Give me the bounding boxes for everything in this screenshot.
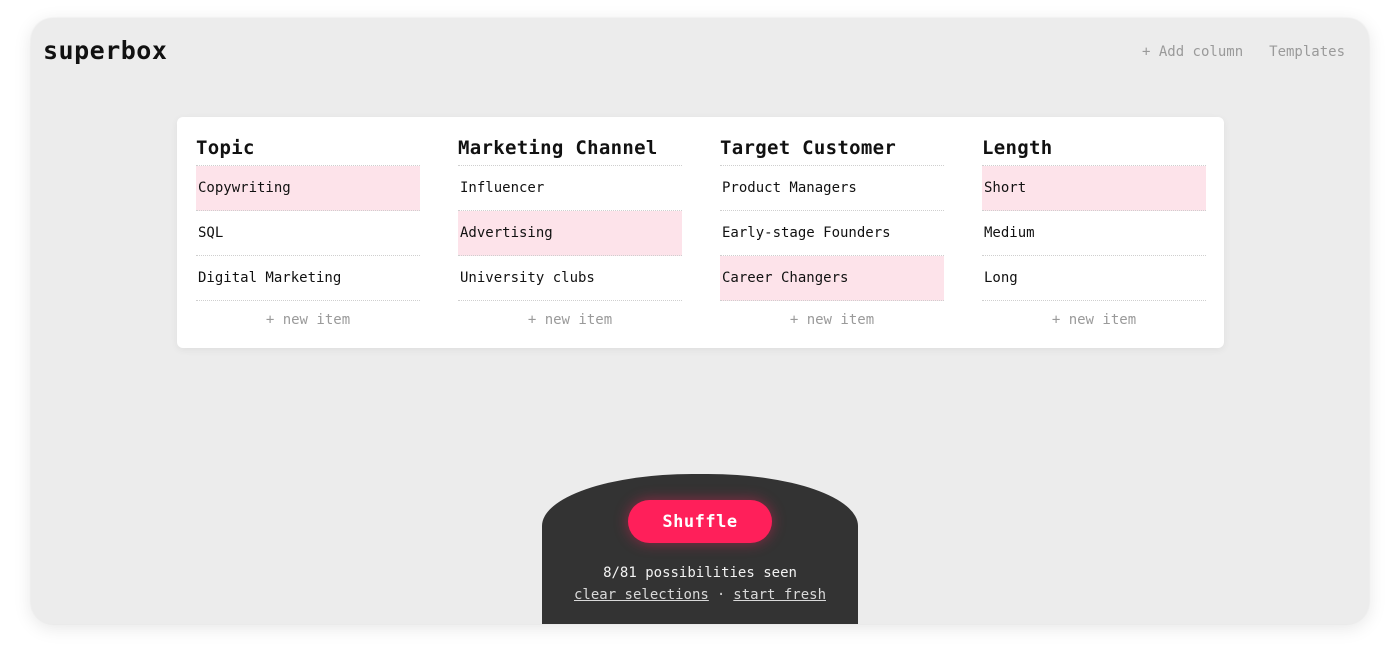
column-topic: Topic Copywriting SQL Digital Marketing …	[196, 135, 420, 337]
shuffle-button[interactable]: Shuffle	[628, 500, 772, 543]
new-item-button[interactable]: + new item	[458, 301, 682, 337]
top-nav: + Add column Templates	[1142, 44, 1345, 60]
list-item[interactable]: Career Changers	[720, 256, 944, 301]
list-item[interactable]: SQL	[196, 211, 420, 256]
column-title[interactable]: Marketing Channel	[458, 135, 682, 166]
column-title[interactable]: Topic	[196, 135, 420, 166]
app-logo: superbox	[43, 36, 168, 65]
add-column-button[interactable]: + Add column	[1142, 44, 1243, 60]
list-item[interactable]: Advertising	[458, 211, 682, 256]
new-item-button[interactable]: + new item	[196, 301, 420, 337]
link-separator: ·	[716, 587, 726, 603]
column-marketing-channel: Marketing Channel Influencer Advertising…	[458, 135, 682, 337]
shuffle-dock: Shuffle 8/81 possibilities seen clear se…	[542, 474, 858, 624]
list-item[interactable]: Product Managers	[720, 166, 944, 211]
list-item[interactable]: Digital Marketing	[196, 256, 420, 301]
new-item-button[interactable]: + new item	[720, 301, 944, 337]
list-item[interactable]: Early-stage Founders	[720, 211, 944, 256]
columns-board: Topic Copywriting SQL Digital Marketing …	[177, 117, 1224, 348]
new-item-button[interactable]: + new item	[982, 301, 1206, 337]
templates-link[interactable]: Templates	[1269, 44, 1345, 60]
column-title[interactable]: Target Customer	[720, 135, 944, 166]
list-item[interactable]: Copywriting	[196, 166, 420, 211]
possibilities-counter: 8/81 possibilities seen	[603, 565, 797, 581]
column-length: Length Short Medium Long + new item	[982, 135, 1206, 337]
column-target-customer: Target Customer Product Managers Early-s…	[720, 135, 944, 337]
start-fresh-link[interactable]: start fresh	[733, 587, 826, 603]
app-window: superbox + Add column Templates Topic Co…	[31, 18, 1369, 624]
clear-selections-link[interactable]: clear selections	[574, 587, 709, 603]
column-title[interactable]: Length	[982, 135, 1206, 166]
list-item[interactable]: Long	[982, 256, 1206, 301]
list-item[interactable]: Medium	[982, 211, 1206, 256]
list-item[interactable]: University clubs	[458, 256, 682, 301]
list-item[interactable]: Short	[982, 166, 1206, 211]
dock-links: clear selections · start fresh	[542, 587, 858, 603]
list-item[interactable]: Influencer	[458, 166, 682, 211]
